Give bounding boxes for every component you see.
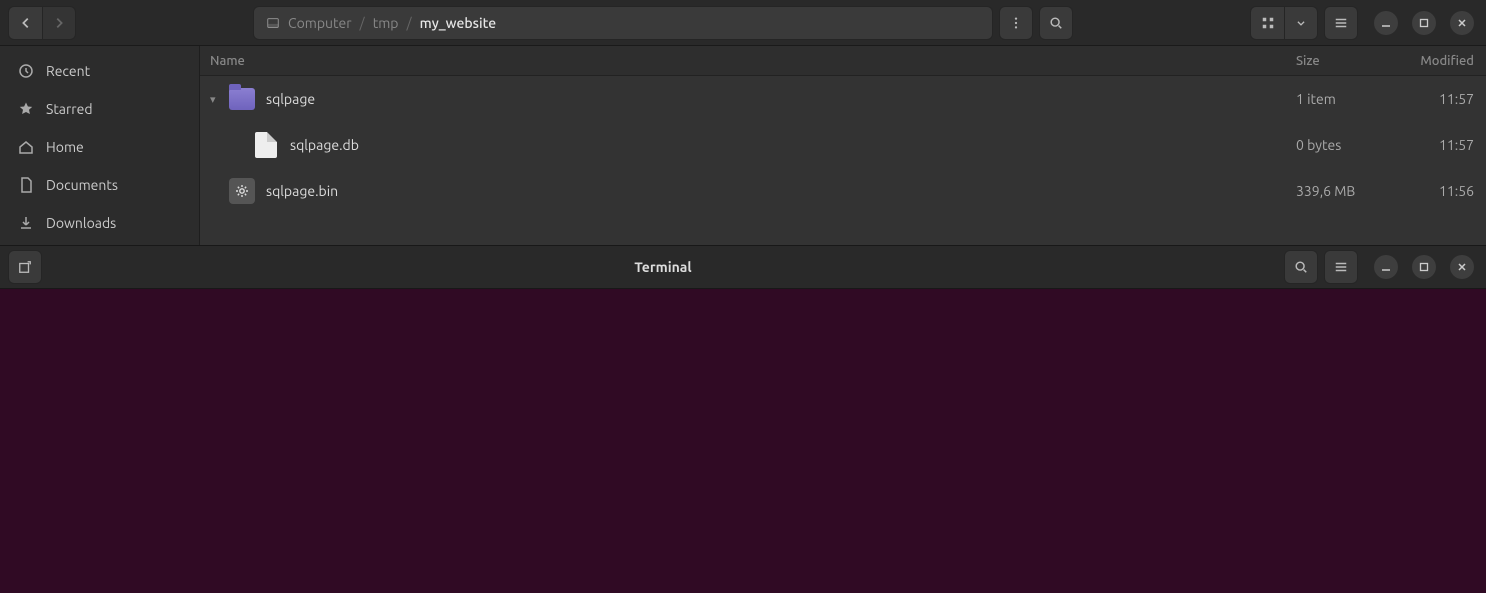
minimize-button[interactable] (1374, 11, 1398, 35)
view-dropdown-button[interactable] (1284, 6, 1318, 40)
hamburger-icon (1334, 260, 1348, 274)
terminal-window: Terminal (0, 245, 1486, 593)
hamburger-menu-button[interactable] (1324, 6, 1358, 40)
star-icon (18, 101, 34, 117)
sidebar-item-label: Documents (46, 177, 118, 193)
window-controls (1374, 255, 1474, 279)
file-name: sqlpage.db (290, 137, 1296, 153)
drive-icon (266, 16, 280, 30)
breadcrumb-item[interactable]: my_website (420, 15, 496, 31)
breadcrumb[interactable]: Computer / tmp / my_website (253, 6, 993, 40)
close-button[interactable] (1450, 255, 1474, 279)
path-menu-button[interactable] (999, 6, 1033, 40)
sidebar-item-label: Downloads (46, 215, 116, 231)
sidebar-item-home[interactable]: Home (0, 128, 199, 166)
back-button[interactable] (8, 6, 42, 40)
table-row[interactable]: sqlpage.db 0 bytes 11:57 (200, 122, 1486, 168)
sidebar: Recent Starred Home Documents Downloads (0, 46, 200, 245)
file-name: sqlpage (266, 91, 1296, 107)
sidebar-item-downloads[interactable]: Downloads (0, 204, 199, 242)
terminal-headerbar: Terminal (0, 245, 1486, 289)
column-modified[interactable]: Modified (1396, 54, 1486, 68)
sidebar-item-documents[interactable]: Documents (0, 166, 199, 204)
folder-icon (228, 85, 256, 113)
file-manager-window: Computer / tmp / my_website (0, 0, 1486, 245)
grid-icon (1261, 16, 1275, 30)
file-size: 1 item (1296, 91, 1396, 107)
table-row[interactable]: ▾ sqlpage 1 item 11:57 (200, 76, 1486, 122)
terminal-menu-button[interactable] (1324, 250, 1358, 284)
view-switch (1250, 6, 1318, 40)
grid-view-button[interactable] (1250, 6, 1284, 40)
table-row[interactable]: sqlpage.bin 339,6 MB 11:56 (200, 168, 1486, 214)
column-headers: Name Size Modified (200, 46, 1486, 76)
sidebar-item-recent[interactable]: Recent (0, 52, 199, 90)
nav-buttons (8, 6, 76, 40)
file-modified: 11:57 (1396, 137, 1486, 153)
close-button[interactable] (1450, 11, 1474, 35)
sidebar-item-starred[interactable]: Starred (0, 90, 199, 128)
sidebar-item-label: Starred (46, 101, 93, 117)
terminal-title: Terminal (48, 259, 1278, 275)
forward-button[interactable] (42, 6, 76, 40)
home-icon (18, 139, 34, 155)
file-size: 339,6 MB (1296, 183, 1396, 199)
chevron-down-icon[interactable]: ▾ (210, 93, 228, 106)
file-manager-headerbar: Computer / tmp / my_website (0, 0, 1486, 46)
clock-icon (18, 63, 34, 79)
sidebar-item-label: Recent (46, 63, 90, 79)
file-name: sqlpage.bin (266, 183, 1296, 199)
hamburger-icon (1334, 16, 1348, 30)
search-icon (1294, 260, 1308, 274)
executable-icon (228, 177, 256, 205)
maximize-button[interactable] (1412, 255, 1436, 279)
sidebar-item-label: Home (46, 139, 84, 155)
terminal-output[interactable] (0, 289, 1486, 593)
breadcrumb-item[interactable]: Computer (288, 15, 352, 31)
file-modified: 11:57 (1396, 91, 1486, 107)
breadcrumb-sep: / (360, 15, 365, 31)
terminal-search-button[interactable] (1284, 250, 1318, 284)
column-name[interactable]: Name (200, 54, 1296, 68)
window-controls (1374, 11, 1474, 35)
breadcrumb-sep: / (406, 15, 411, 31)
maximize-button[interactable] (1412, 11, 1436, 35)
document-icon (18, 177, 34, 193)
breadcrumb-item[interactable]: tmp (373, 15, 399, 31)
file-icon (252, 131, 280, 159)
search-button[interactable] (1039, 6, 1073, 40)
new-tab-icon (18, 260, 32, 274)
file-size: 0 bytes (1296, 137, 1396, 153)
chevron-down-icon (1296, 18, 1306, 28)
minimize-button[interactable] (1374, 255, 1398, 279)
new-tab-button[interactable] (8, 250, 42, 284)
file-list: Name Size Modified ▾ sqlpage 1 item 11:5… (200, 46, 1486, 245)
download-icon (18, 215, 34, 231)
file-modified: 11:56 (1396, 183, 1486, 199)
search-icon (1049, 16, 1063, 30)
column-size[interactable]: Size (1296, 54, 1396, 68)
